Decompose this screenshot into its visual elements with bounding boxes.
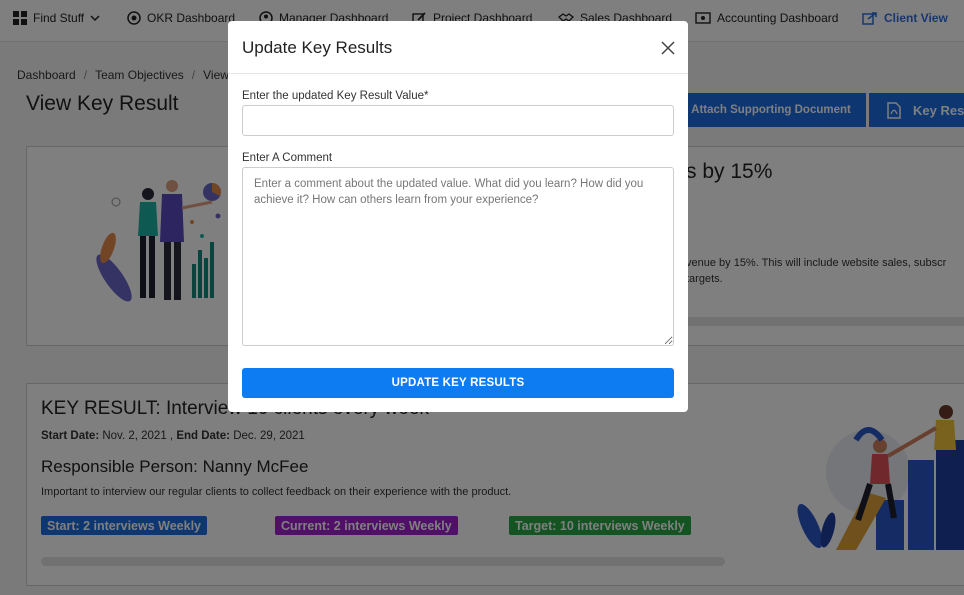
update-key-results-button[interactable]: UPDATE KEY RESULTS: [242, 368, 674, 398]
modal-divider: [228, 73, 688, 74]
comment-label: Enter A Comment: [242, 152, 333, 164]
key-result-value-label: Enter the updated Key Result Value*: [242, 90, 429, 102]
key-result-value-input[interactable]: [242, 105, 674, 136]
update-key-results-modal: Update Key Results Enter the updated Key…: [228, 21, 688, 412]
close-icon[interactable]: [660, 40, 676, 56]
comment-textarea[interactable]: [242, 167, 674, 346]
modal-title: Update Key Results: [242, 38, 393, 57]
